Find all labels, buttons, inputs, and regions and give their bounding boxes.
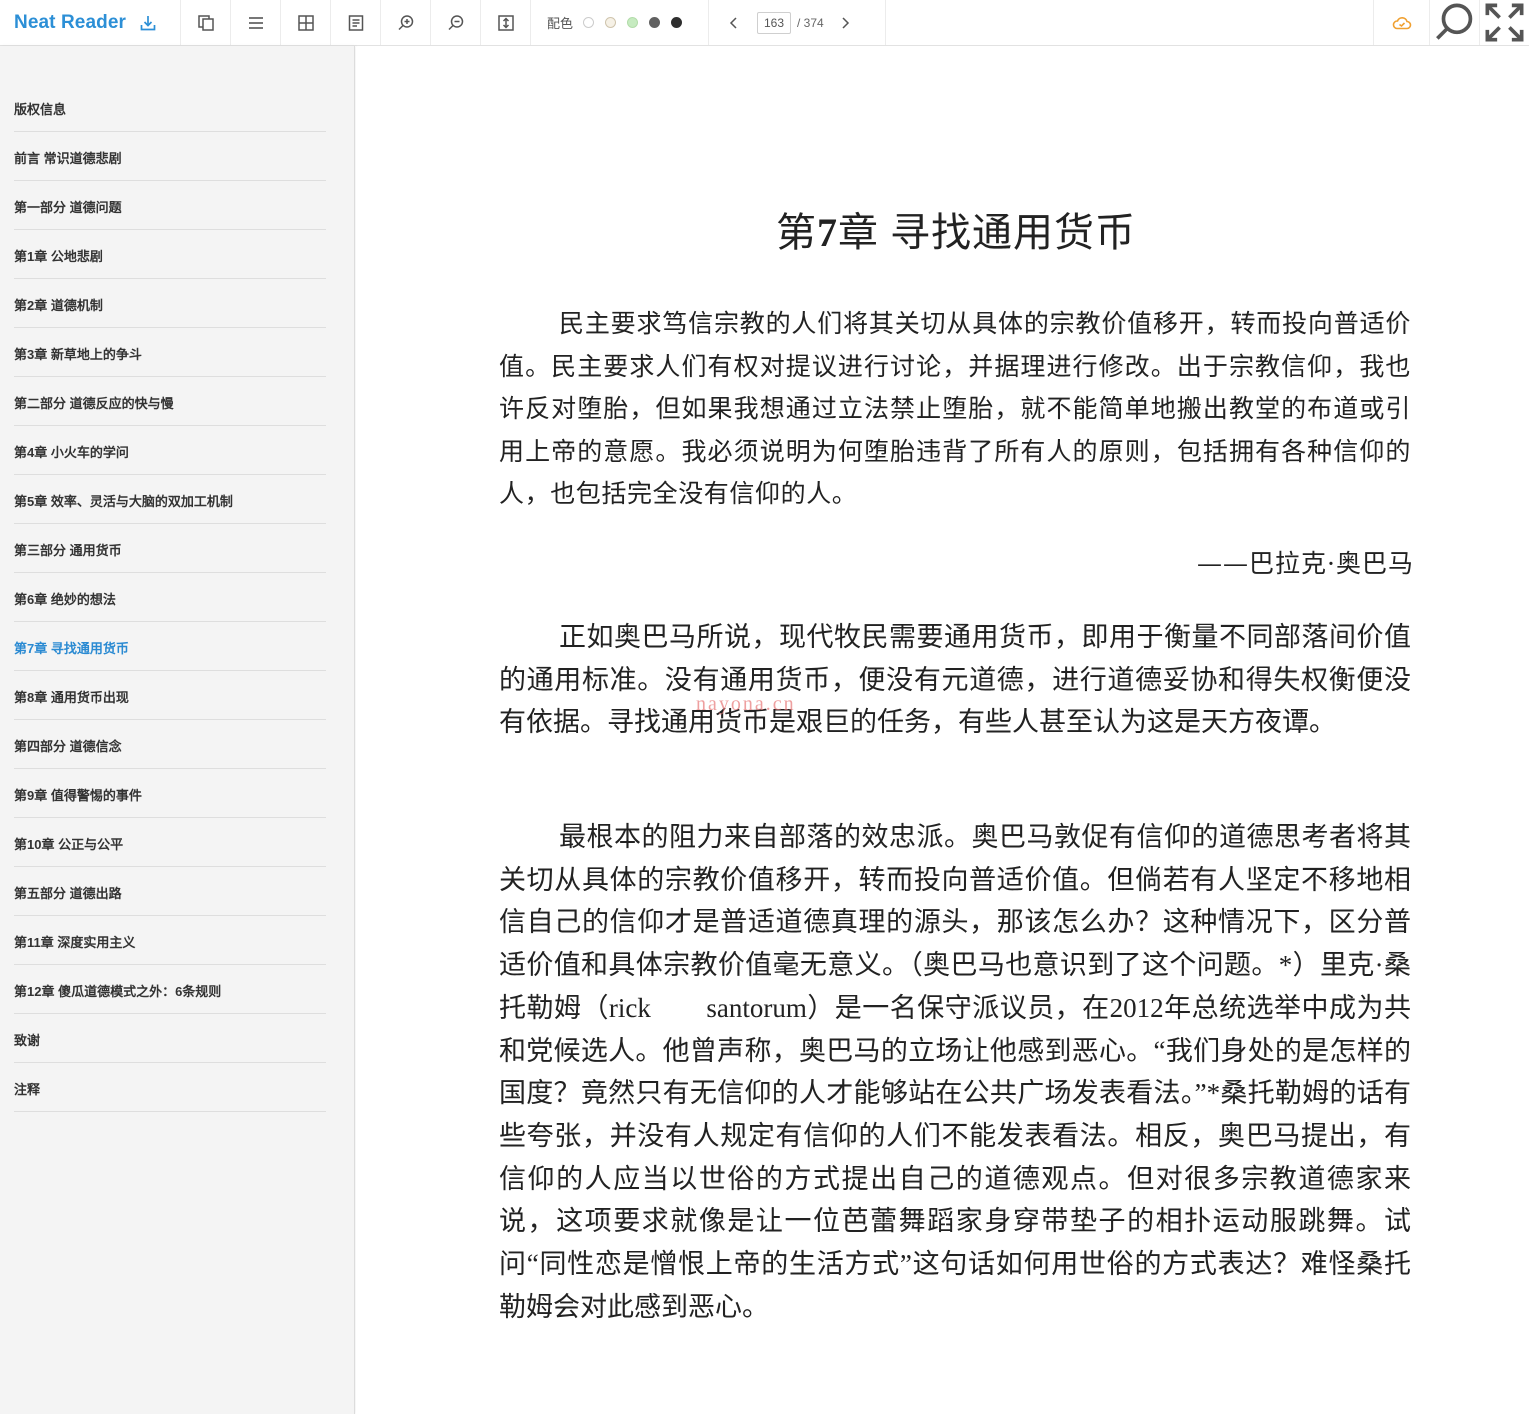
toc-button[interactable]	[231, 0, 281, 45]
zoom-out-icon	[447, 14, 463, 30]
color-scheme-label: 配色	[547, 16, 574, 31]
chevron-right-icon	[842, 16, 849, 29]
toc-item[interactable]: 注释	[14, 1063, 326, 1112]
cloud-icon	[1392, 16, 1411, 29]
toc-list: 版权信息 前言 常识道德悲剧 第一部分 道德问题 第1章 公地悲剧 第2章 道德机制 第3…	[14, 83, 326, 1112]
toc-item[interactable]: 第11章 深度实用主义	[14, 916, 326, 965]
body-paragraph: 最根本的阻力来自部落的效忠派。奥巴马敦促有信仰的道德思考者将其关切从具体的宗教价…	[499, 822, 1411, 1322]
download-icon[interactable]	[138, 13, 158, 33]
chapter-title-prefix: 第	[776, 210, 817, 255]
swatch-white[interactable]	[583, 17, 595, 28]
toc-item[interactable]: 第3章 新草地上的争斗	[14, 328, 326, 377]
toc-item[interactable]: 版权信息	[14, 83, 326, 132]
swatch-dark[interactable]	[671, 17, 683, 28]
toc-item[interactable]: 第7章 寻找通用货币	[14, 622, 326, 671]
toc-sidebar: 版权信息 前言 常识道德悲剧 第一部分 道德问题 第1章 公地悲剧 第2章 道德机制 第3…	[0, 46, 355, 1414]
copy-icon	[197, 14, 214, 31]
zoom-in-icon	[397, 14, 413, 30]
fit-height-button[interactable]	[481, 0, 531, 45]
zoom-out-button[interactable]	[431, 0, 481, 45]
app-name: Neat Reader	[14, 11, 126, 33]
body-paragraph: 正如奥巴马所说，现代牧民需要通用货币，即用于衡量不同部落间价值的通用标准。没有通…	[499, 622, 1411, 738]
fullscreen-icon	[1485, 3, 1524, 42]
toc-item[interactable]: 第四部分 道德信念	[14, 720, 326, 769]
swatch-sepia[interactable]	[605, 17, 617, 28]
reading-pane: 第7章 寻找通用货币 民主要求笃信宗教的人们将其关切从具体的宗教价值移开，转而投…	[356, 47, 1529, 1414]
grid-icon	[297, 14, 314, 31]
copy-button[interactable]	[181, 0, 231, 45]
toc-item[interactable]: 第10章 公正与公平	[14, 818, 326, 867]
prev-page-button[interactable]	[727, 16, 741, 30]
fit-height-icon	[497, 14, 514, 31]
color-scheme: 配色	[531, 0, 709, 45]
watermark: nayona.cn	[696, 693, 796, 715]
fullscreen-button[interactable]	[1479, 0, 1529, 45]
search-icon	[1436, 3, 1473, 40]
cloud-sync-button[interactable]	[1373, 0, 1429, 45]
toc-item[interactable]: 致谢	[14, 1014, 326, 1063]
toc-item[interactable]: 第8章 通用货币出现	[14, 671, 326, 720]
next-page-button[interactable]	[838, 16, 852, 30]
toc-item[interactable]: 第三部分 通用货币	[14, 524, 326, 573]
chapter-title: 第7章 寻找通用货币	[776, 200, 1136, 258]
search-button[interactable]	[1429, 0, 1479, 45]
toc-item[interactable]: 第一部分 道德问题	[14, 181, 326, 230]
toc-item[interactable]: 第1章 公地悲剧	[14, 230, 326, 279]
toc-item[interactable]: 第五部分 道德出路	[14, 867, 326, 916]
toc-item[interactable]: 第9章 值得警惕的事件	[14, 769, 326, 818]
grid-view-button[interactable]	[281, 0, 331, 45]
chapter-title-number: 7	[817, 210, 838, 255]
toc-item[interactable]: 第6章 绝妙的想法	[14, 573, 326, 622]
chapter-title-suffix: 章 寻找通用货币	[838, 210, 1136, 255]
toc-item[interactable]: 第12章 傻瓜道德模式之外：6条规则	[14, 965, 326, 1014]
page-number-input[interactable]	[757, 11, 791, 34]
notes-icon	[348, 14, 363, 31]
swatch-green[interactable]	[627, 17, 639, 28]
toc-item[interactable]: 前言 常识道德悲剧	[14, 132, 326, 181]
brand: Neat Reader	[0, 0, 181, 45]
toc-item[interactable]: 第4章 小火车的学问	[14, 426, 326, 475]
toc-item[interactable]: 第5章 效率、灵活与大脑的双加工机制	[14, 475, 326, 524]
epigraph-attribution: ——巴拉克·奥巴马	[1197, 549, 1414, 578]
notes-button[interactable]	[331, 0, 381, 45]
page-total: / 374	[797, 15, 824, 30]
top-toolbar: Neat Reader 配色 / 374	[0, 0, 1529, 46]
toc-item[interactable]: 第2章 道德机制	[14, 279, 326, 328]
epigraph: 民主要求笃信宗教的人们将其关切从具体的宗教价值移开，转而投向普适价值。民主要求人…	[499, 309, 1411, 509]
chevron-left-icon	[729, 16, 737, 29]
swatch-gray[interactable]	[649, 17, 661, 28]
menu-icon	[248, 16, 263, 29]
zoom-in-button[interactable]	[381, 0, 431, 45]
page-navigator: / 374	[709, 0, 886, 45]
toc-item[interactable]: 第二部分 道德反应的快与慢	[14, 377, 326, 426]
